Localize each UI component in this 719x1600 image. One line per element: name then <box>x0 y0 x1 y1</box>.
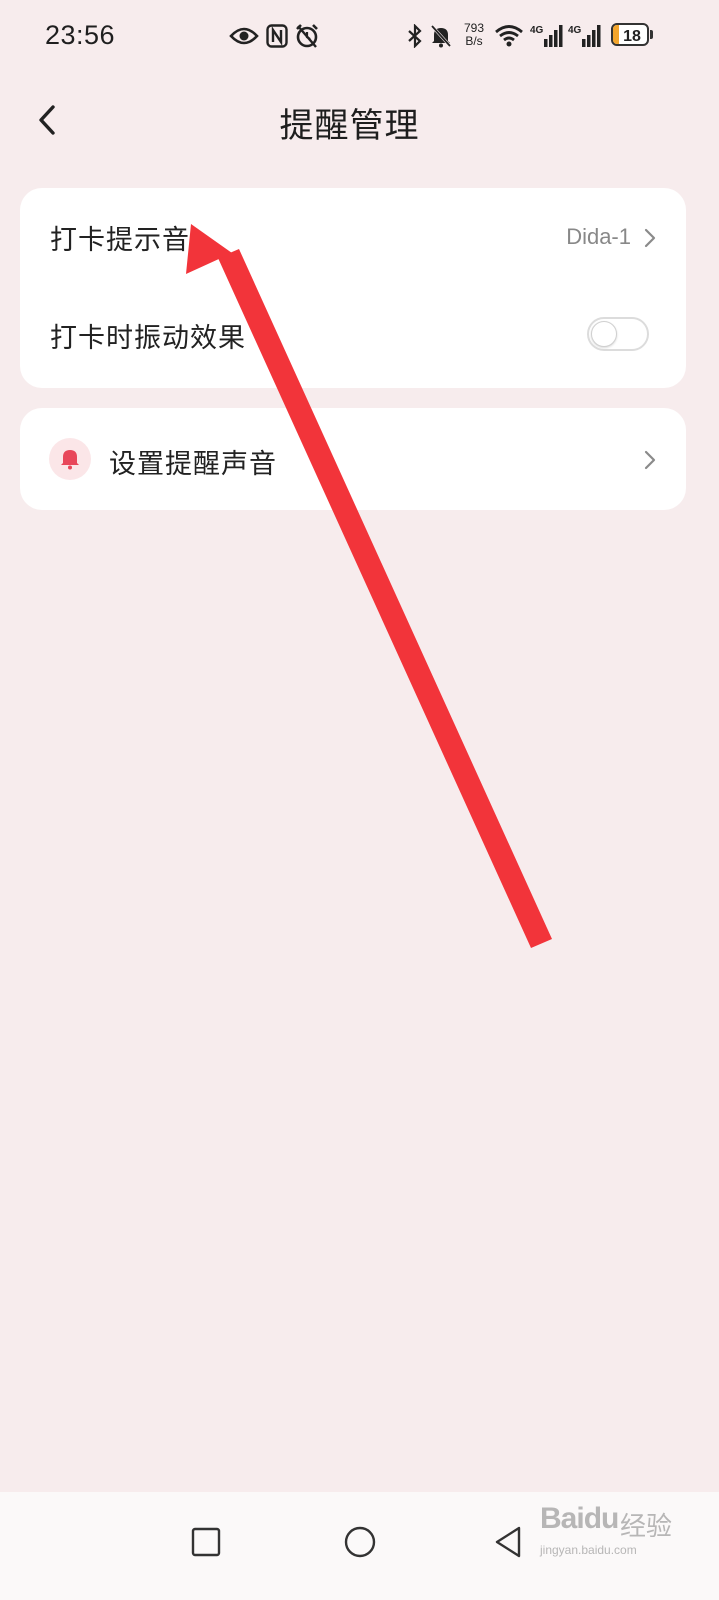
status-time: 23:56 <box>45 20 116 50</box>
alarm-icon <box>294 20 320 52</box>
wifi-icon <box>494 20 524 52</box>
battery-body: 18 <box>611 23 649 46</box>
back-triangle-icon <box>495 1526 521 1558</box>
checkin-tone-row[interactable]: 打卡提示音 Dida-1 <box>20 188 686 288</box>
settings-card: 打卡提示音 Dida-1 打卡时振动效果 <box>20 188 686 388</box>
checkin-tone-value: Dida-1 <box>566 224 631 249</box>
bluetooth-icon <box>405 20 425 52</box>
battery-icon: 18 <box>611 23 655 48</box>
back-nav-button[interactable] <box>478 1512 538 1572</box>
signal-4g-icon: 4G <box>568 20 602 52</box>
reminder-sound-card: 设置提醒声音 <box>20 408 686 510</box>
vibration-toggle[interactable] <box>587 317 649 351</box>
watermark-brand-head: Bai <box>540 1502 585 1535</box>
watermark-url: jingyan.baidu.com <box>540 1543 637 1557</box>
net-speed-unit: B/s <box>465 34 483 48</box>
watermark-brand-tail: du <box>583 1502 620 1535</box>
bell-icon-badge <box>49 438 91 480</box>
home-circle-icon <box>344 1526 376 1558</box>
vibration-label: 打卡时振动效果 <box>50 323 246 354</box>
net-speed: 793 B/s <box>459 22 489 48</box>
reminder-sound-label: 设置提醒声音 <box>109 449 277 480</box>
recents-square-icon <box>191 1527 221 1557</box>
reminder-sound-row[interactable]: 设置提醒声音 <box>20 408 686 510</box>
svg-text:4G: 4G <box>530 25 544 36</box>
watermark-brand: Baidu <box>540 1502 620 1536</box>
nfc-icon <box>265 20 289 52</box>
recents-button[interactable] <box>176 1512 236 1572</box>
home-button[interactable] <box>330 1512 390 1572</box>
bell-icon <box>61 450 79 470</box>
vibration-row: 打卡时振动效果 <box>20 286 686 386</box>
watermark-suffix: 经验 <box>620 1512 673 1542</box>
chevron-right-icon <box>642 226 658 250</box>
page-title: 提醒管理 <box>279 106 420 146</box>
bell-off-icon <box>429 20 453 52</box>
battery-tip <box>650 30 653 39</box>
eye-icon <box>229 20 259 52</box>
svg-text:4G: 4G <box>568 25 582 36</box>
battery-level: 18 <box>623 28 641 45</box>
chevron-right-icon <box>642 448 658 472</box>
signal-4g-icon: 4G <box>530 20 564 52</box>
watermark: Baidu 经验 jingyan.baidu.com <box>536 1500 711 1562</box>
status-bar: 23:56 793 B/s 4G 4G 18 <box>0 0 719 76</box>
toggle-knob <box>591 321 617 347</box>
checkin-tone-label: 打卡提示音 <box>50 225 190 256</box>
